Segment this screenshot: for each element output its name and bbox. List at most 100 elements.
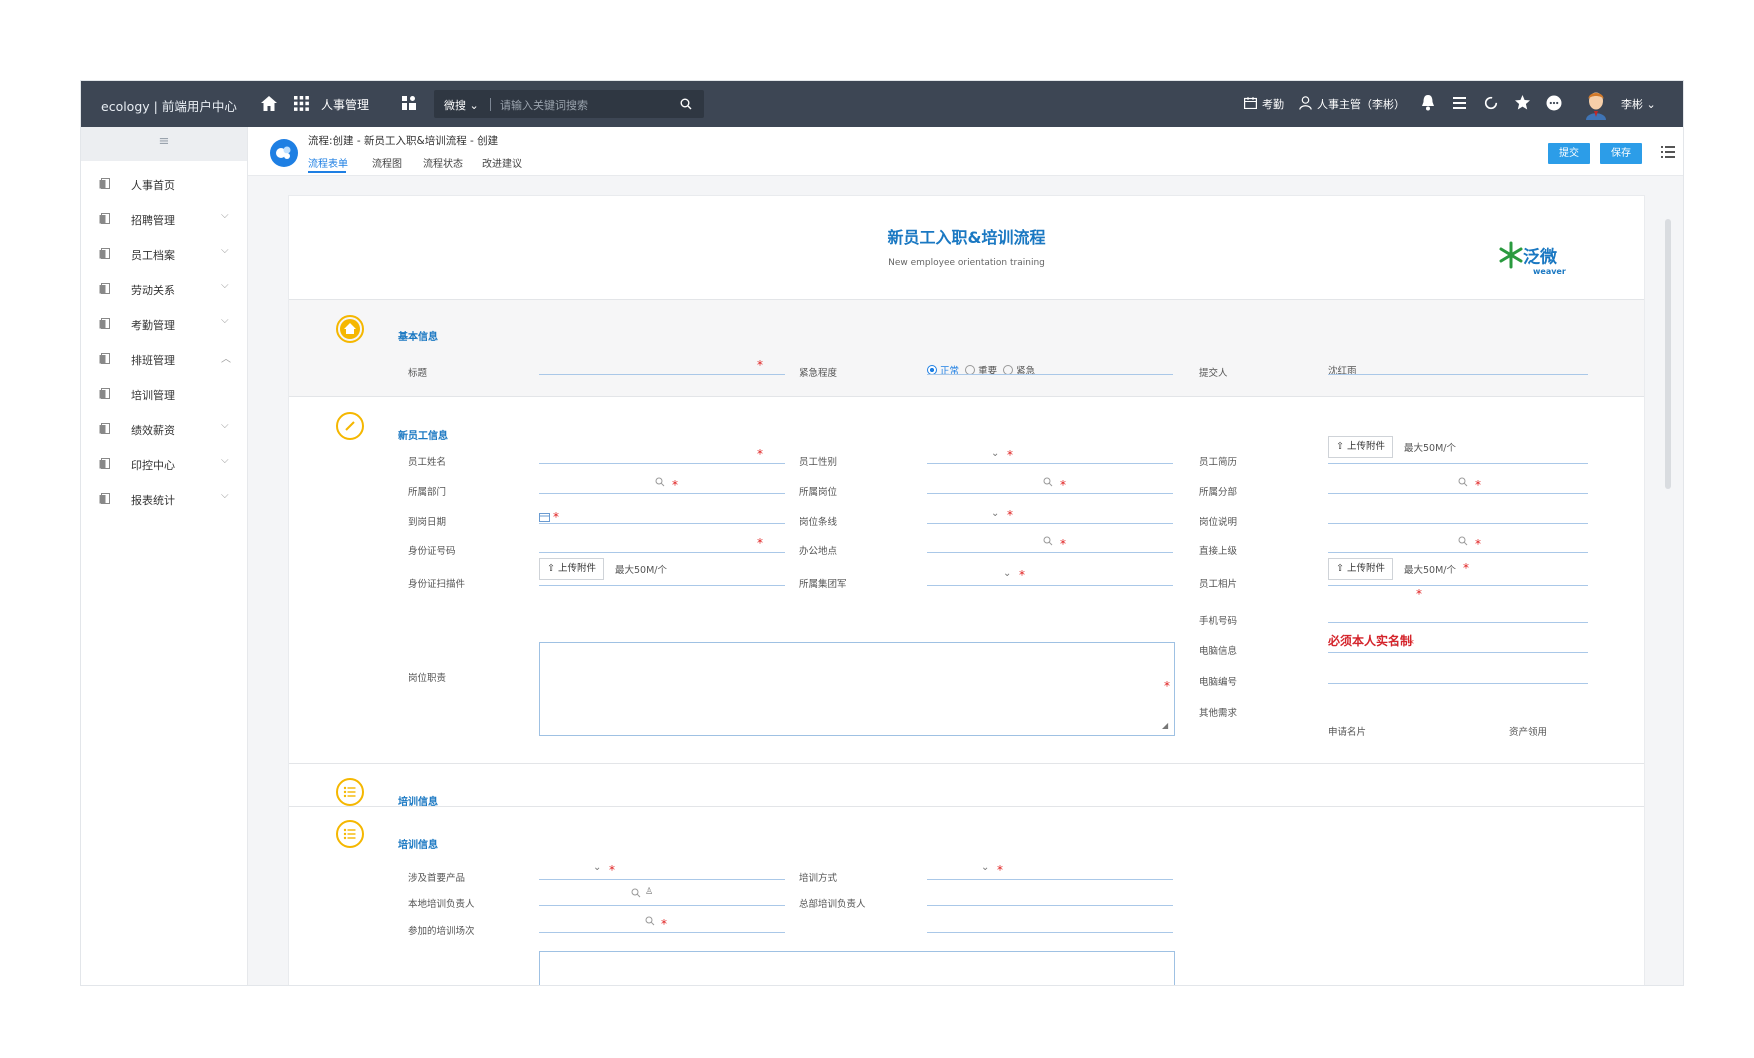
- duty-textarea[interactable]: * ◢: [539, 642, 1175, 736]
- save-button[interactable]: 保存: [1600, 143, 1642, 164]
- field-input[interactable]: [1328, 523, 1588, 524]
- upload-button[interactable]: ⇧ 上传附件: [1328, 436, 1393, 458]
- chevron-down-icon[interactable]: ⌄: [981, 862, 989, 873]
- search-icon[interactable]: [1043, 536, 1053, 546]
- module-menu[interactable]: 人事管理: [321, 96, 369, 113]
- field-input[interactable]: [1328, 493, 1588, 494]
- sidebar-item[interactable]: 员工档案 ⌵: [81, 237, 247, 272]
- field-input[interactable]: [927, 493, 1173, 494]
- sidebar-item[interactable]: 印控中心 ⌵: [81, 447, 247, 482]
- search-icon[interactable]: [1043, 477, 1053, 487]
- field-input[interactable]: [539, 932, 785, 933]
- apps-grid-icon[interactable]: [294, 96, 309, 111]
- field-label: 电脑信息: [1199, 646, 1238, 657]
- sidebar-item[interactable]: 报表统计 ⌵: [81, 482, 247, 517]
- vertical-scrollbar[interactable]: [1665, 219, 1671, 489]
- field-input[interactable]: [539, 493, 785, 494]
- form-card: 新员工入职&培训流程 New employee orientation trai…: [288, 195, 1645, 985]
- field-input[interactable]: [539, 585, 785, 586]
- upload-button[interactable]: ⇧ 上传附件: [1328, 558, 1393, 580]
- field-input[interactable]: [1328, 585, 1588, 586]
- attendance-icon[interactable]: [1244, 97, 1257, 109]
- resize-handle[interactable]: ◢: [1162, 721, 1168, 730]
- sidebar-item-label: 绩效薪资: [131, 424, 175, 437]
- sidebar-item[interactable]: 人事首页: [81, 167, 247, 202]
- field-input[interactable]: [927, 879, 1173, 880]
- user-menu[interactable]: 李彬 ⌄: [1621, 96, 1656, 112]
- book-icon: [99, 353, 110, 364]
- search-icon[interactable]: [1458, 477, 1468, 487]
- field-input[interactable]: [927, 463, 1173, 464]
- field-input[interactable]: [1328, 652, 1588, 653]
- search-scope-select[interactable]: 微搜 ⌄: [444, 97, 479, 113]
- home-icon[interactable]: [261, 96, 277, 111]
- calendar-icon[interactable]: [539, 512, 550, 522]
- other-option-card[interactable]: 申请名片: [1328, 724, 1366, 738]
- field-input[interactable]: [539, 905, 785, 906]
- title-input[interactable]: [539, 374, 785, 375]
- tab-suggestions[interactable]: 改进建议: [482, 155, 522, 170]
- training-textarea[interactable]: [539, 951, 1175, 985]
- star-icon[interactable]: [1515, 95, 1530, 110]
- field-input[interactable]: [927, 523, 1173, 524]
- chat-icon[interactable]: [1546, 95, 1562, 111]
- field-label: 岗位条线: [799, 517, 838, 528]
- search-icon[interactable]: [680, 98, 692, 110]
- search-icon[interactable]: [631, 888, 641, 898]
- other-option-asset[interactable]: 资产领用: [1509, 724, 1547, 738]
- list-icon[interactable]: [1453, 97, 1466, 109]
- layout-switch-icon[interactable]: [402, 96, 416, 110]
- search-icon[interactable]: [1458, 536, 1468, 546]
- search-icon[interactable]: [655, 477, 665, 487]
- field-input[interactable]: [539, 463, 785, 464]
- field-input[interactable]: [927, 905, 1173, 906]
- user-role-icon[interactable]: [1299, 96, 1312, 110]
- more-menu-icon[interactable]: [1661, 146, 1675, 158]
- sidebar-item-label: 招聘管理: [131, 214, 175, 227]
- field-input[interactable]: [1328, 463, 1588, 464]
- required-mark: *: [757, 358, 763, 372]
- field-input[interactable]: [927, 552, 1173, 553]
- attendance-link[interactable]: 考勤: [1262, 96, 1284, 112]
- chevron-down-icon[interactable]: ⌄: [1003, 568, 1011, 579]
- submit-button[interactable]: 提交: [1548, 143, 1590, 164]
- sidebar-item[interactable]: 绩效薪资 ⌵: [81, 412, 247, 447]
- field-label: 办公地点: [799, 546, 838, 557]
- search-icon[interactable]: [645, 916, 655, 926]
- chevron-icon: ⌵: [221, 280, 229, 291]
- search-input[interactable]: [498, 95, 672, 115]
- sidebar-item[interactable]: 劳动关系 ⌵: [81, 272, 247, 307]
- chevron-down-icon[interactable]: ⌄: [991, 508, 999, 519]
- bell-icon[interactable]: [1421, 95, 1435, 111]
- field-input[interactable]: [1328, 683, 1588, 684]
- user-picker-icon[interactable]: ♙: [645, 887, 653, 897]
- field-input[interactable]: [927, 585, 1173, 586]
- required-mark: *: [1007, 448, 1013, 462]
- field-input[interactable]: [539, 879, 785, 880]
- field-input[interactable]: [539, 552, 785, 553]
- tab-flowchart[interactable]: 流程图: [372, 155, 402, 170]
- sidebar-item[interactable]: 排班管理 ︿: [81, 342, 247, 377]
- avatar[interactable]: [1583, 88, 1609, 120]
- tab-form[interactable]: 流程表单: [308, 155, 348, 170]
- field-input[interactable]: [1328, 552, 1588, 553]
- sidebar-item-label: 报表统计: [131, 494, 175, 507]
- sidebar-item[interactable]: 招聘管理 ⌵: [81, 202, 247, 237]
- sidebar-collapse-toggle[interactable]: ≡: [81, 127, 247, 161]
- chevron-down-icon[interactable]: ⌄: [991, 448, 999, 459]
- tab-status[interactable]: 流程状态: [423, 155, 463, 170]
- search-divider: [490, 98, 491, 111]
- chevron-down-icon[interactable]: ⌄: [593, 862, 601, 873]
- field-label: 培训方式: [799, 873, 838, 884]
- refresh-icon[interactable]: [1484, 96, 1498, 110]
- sidebar-item[interactable]: 考勤管理 ⌵: [81, 307, 247, 342]
- upload-button[interactable]: ⇧ 上传附件: [539, 558, 604, 580]
- field-input[interactable]: [539, 523, 785, 524]
- field-label: 所属部门: [408, 487, 447, 498]
- phone-input[interactable]: [1328, 622, 1588, 623]
- sidebar-item[interactable]: 培训管理: [81, 377, 247, 412]
- field-input[interactable]: [927, 932, 1173, 933]
- role-switch[interactable]: 人事主管（李彬）: [1317, 96, 1405, 112]
- book-icon: [99, 458, 110, 469]
- section-divider: [289, 806, 1644, 807]
